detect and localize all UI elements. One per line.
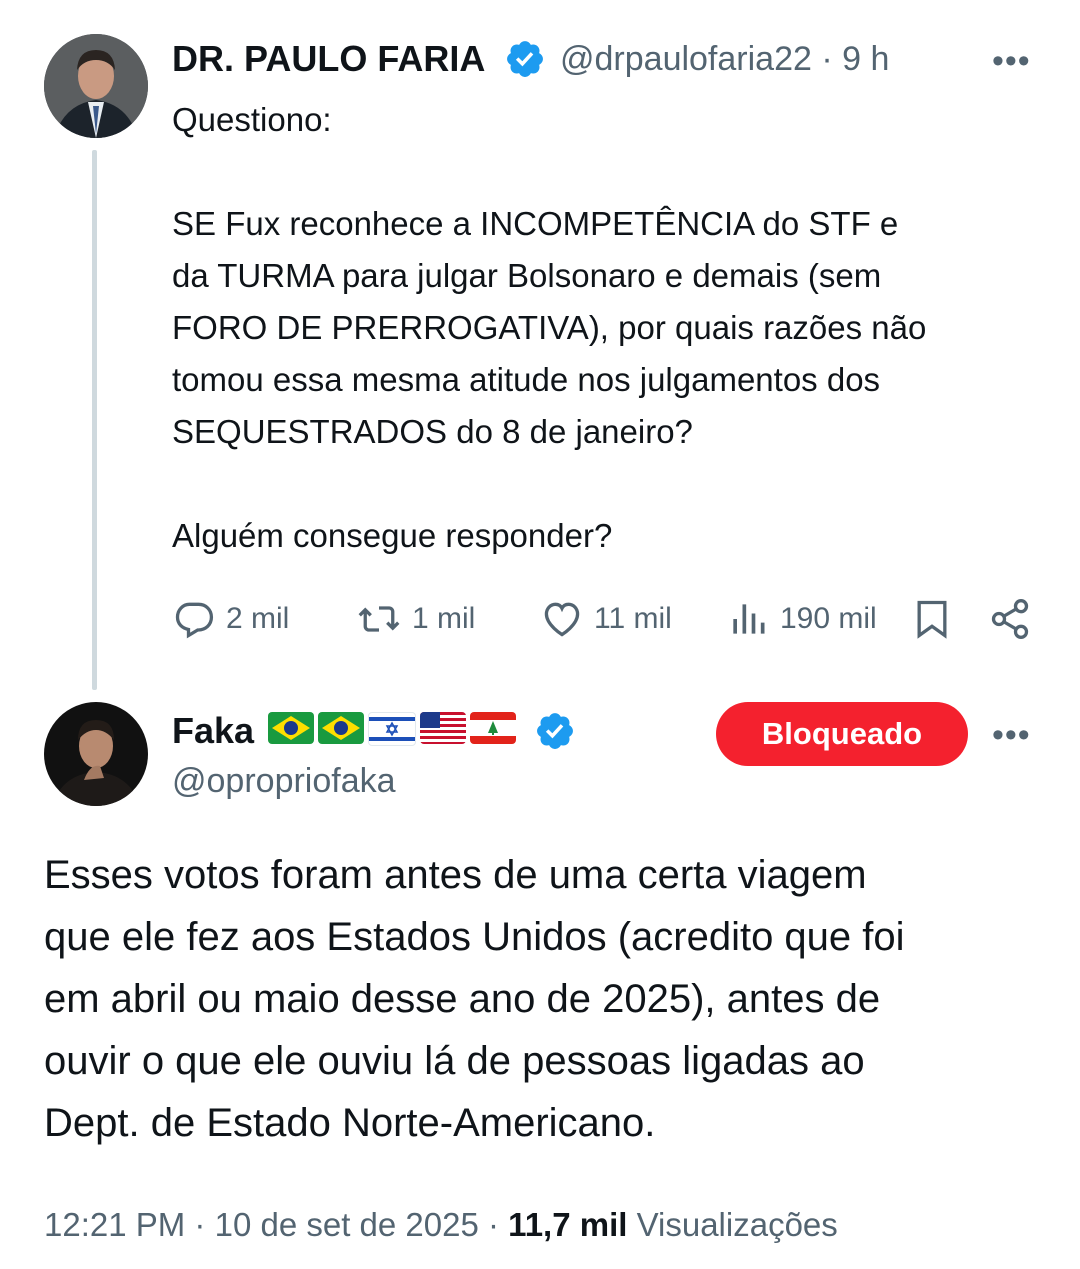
brazil-flag-icon <box>318 712 364 744</box>
reply-date[interactable]: 10 de set de 2025 <box>215 1206 479 1243</box>
heart-icon <box>540 597 584 641</box>
reply-author-name[interactable]: Faka <box>172 710 254 752</box>
reply-time[interactable]: 12:21 PM <box>44 1206 185 1243</box>
usa-flag-icon <box>420 712 466 744</box>
tweet-time[interactable]: 9 h <box>842 40 889 78</box>
reply-meta: 12:21 PM · 10 de set de 2025 · 11,7 mil … <box>44 1206 838 1244</box>
blocked-button[interactable]: Bloqueado <box>716 702 968 766</box>
reply-button[interactable]: 2 mil <box>172 594 289 644</box>
retweet-icon <box>356 597 402 641</box>
flags <box>268 712 520 746</box>
avatar-faka[interactable] <box>44 702 148 806</box>
reply-icon <box>172 597 216 641</box>
thread-line <box>92 150 97 690</box>
brazil-flag-icon <box>268 712 314 744</box>
separator: · <box>488 1206 499 1243</box>
like-button[interactable]: 11 mil <box>540 594 672 644</box>
like-count: 11 mil <box>594 602 672 635</box>
separator: · <box>194 1206 206 1243</box>
retweet-count: 1 mil <box>412 602 476 635</box>
share-icon[interactable] <box>988 596 1032 647</box>
bookmark-icon[interactable] <box>910 596 954 647</box>
israel-flag-icon <box>368 712 416 746</box>
tweet-body: Questiono: SE Fux reconhece a INCOMPETÊN… <box>172 101 927 554</box>
lebanon-flag-icon <box>470 712 516 744</box>
reply-author-handle[interactable]: @opropriofaka <box>172 762 396 801</box>
reply-count: 2 mil <box>226 602 290 635</box>
author-name[interactable]: DR. PAULO FARIA <box>172 38 485 80</box>
reply-views-count: 11,7 mil <box>508 1206 628 1243</box>
avatar-paulo-faria[interactable] <box>44 34 148 138</box>
reply-more-options-icon[interactable]: ••• <box>992 716 1031 755</box>
more-options-icon[interactable]: ••• <box>992 42 1031 81</box>
verified-badge-icon <box>504 38 546 85</box>
views-count: 190 mil <box>780 602 877 635</box>
separator: · <box>821 40 833 78</box>
retweet-button[interactable]: 1 mil <box>356 594 475 644</box>
views-chart-icon <box>726 597 770 641</box>
reply-views-label: Visualizações <box>636 1206 838 1243</box>
reply-body: Esses votos foram antes de uma certa via… <box>44 853 905 1145</box>
reply-verified-badge-icon <box>534 710 576 757</box>
views-button[interactable]: 190 mil <box>726 594 877 644</box>
author-handle[interactable]: @drpaulofaria22 <box>560 40 812 78</box>
